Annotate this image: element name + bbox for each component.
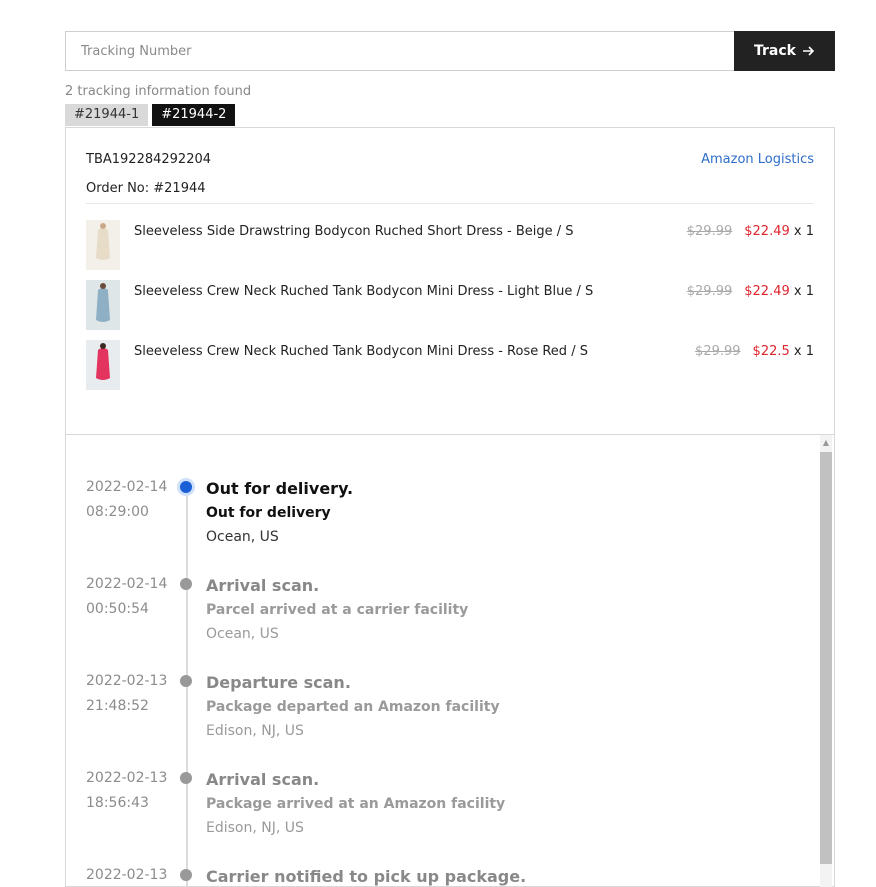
event-date: 2022-02-13 <box>86 867 168 883</box>
tracking-timeline[interactable]: 2022-02-14 08:29:00 Out for delivery. Ou… <box>66 434 834 887</box>
current-status-dot <box>180 481 192 493</box>
event-location: Edison, NJ, US <box>206 820 304 836</box>
tab-21944-1[interactable]: #21944-1 <box>65 104 149 126</box>
results-count: 2 tracking information found <box>65 84 252 99</box>
event-date: 2022-02-14 <box>86 479 168 495</box>
scroll-up-arrow-icon[interactable]: ▲ <box>820 438 832 447</box>
event-datetime: 2022-02-13 21:48:52 <box>86 669 167 719</box>
status-dot <box>180 675 192 687</box>
event-title: Arrival scan. <box>206 576 320 595</box>
order-number: Order No: #21944 <box>86 181 206 196</box>
event-time: 18:56:43 <box>86 795 149 811</box>
event-description: Package departed an Amazon facility <box>206 699 500 715</box>
original-price: $29.99 <box>686 224 733 239</box>
original-price: $29.99 <box>695 344 741 359</box>
event-description: Package arrived at an Amazon facility <box>206 796 506 812</box>
track-button[interactable]: Track <box>734 31 835 71</box>
quantity: x 1 <box>789 344 814 359</box>
product-name: Sleeveless Crew Neck Ruched Tank Bodycon… <box>134 284 594 299</box>
product-price: $29.99 $22.5 x 1 <box>695 344 814 359</box>
original-price: $29.99 <box>686 284 733 299</box>
timeline-scrollbar[interactable]: ▲ <box>820 435 832 887</box>
arrow-right-icon <box>802 46 815 56</box>
event-title: Arrival scan. <box>206 770 320 789</box>
tracking-card: TBA192284292204 Order No: #21944 Amazon … <box>65 127 835 887</box>
status-dot <box>180 578 192 590</box>
divider <box>86 203 814 204</box>
status-dot <box>180 869 192 881</box>
event-title: Departure scan. <box>206 673 351 692</box>
product-thumbnail[interactable] <box>86 280 120 330</box>
event-description: Out for delivery <box>206 505 331 521</box>
event-time: 00:50:54 <box>86 601 149 617</box>
product-name: Sleeveless Crew Neck Ruched Tank Bodycon… <box>134 344 588 359</box>
sale-price: $22.49 <box>744 284 790 299</box>
product-thumbnail[interactable] <box>86 340 120 390</box>
scrollbar-thumb[interactable] <box>820 452 832 864</box>
tracking-number-input[interactable] <box>65 31 734 71</box>
product-thumbnail[interactable] <box>86 220 120 270</box>
quantity: x 1 <box>789 284 814 299</box>
product-item: Sleeveless Crew Neck Ruched Tank Bodycon… <box>86 340 814 390</box>
event-datetime: 2022-02-13 18:56:43 <box>86 766 167 816</box>
product-item: Sleeveless Crew Neck Ruched Tank Bodycon… <box>86 280 814 330</box>
event-location: Ocean, US <box>206 529 279 545</box>
event-datetime: 2022-02-14 08:29:00 <box>86 475 167 525</box>
event-title: Out for delivery. <box>206 479 354 498</box>
event-date: 2022-02-13 <box>86 770 168 786</box>
event-date: 2022-02-14 <box>86 576 168 592</box>
tracking-tabs: #21944-1 #21944-2 <box>65 104 236 126</box>
event-time: 21:48:52 <box>86 698 149 714</box>
product-name: Sleeveless Side Drawstring Bodycon Ruche… <box>134 224 574 239</box>
event-location: Ocean, US <box>206 626 279 642</box>
product-price: $29.99 $22.49 x 1 <box>687 284 814 299</box>
event-date: 2022-02-13 <box>86 673 168 689</box>
status-dot <box>180 772 192 784</box>
event-title: Carrier notified to pick up package. <box>206 867 527 886</box>
track-button-label: Track <box>754 43 796 59</box>
event-time: 08:29:00 <box>86 504 149 520</box>
event-description: Parcel arrived at a carrier facility <box>206 602 469 618</box>
timeline-line <box>186 487 188 887</box>
product-price: $29.99 $22.49 x 1 <box>687 224 814 239</box>
sale-price: $22.5 <box>752 344 790 359</box>
carrier-link[interactable]: Amazon Logistics <box>701 152 814 167</box>
sale-price: $22.49 <box>744 224 790 239</box>
tracking-search-bar: Track <box>65 31 835 71</box>
quantity: x 1 <box>789 224 814 239</box>
order-header: TBA192284292204 Order No: #21944 Amazon … <box>86 152 814 196</box>
product-item: Sleeveless Side Drawstring Bodycon Ruche… <box>86 220 814 270</box>
tab-21944-2[interactable]: #21944-2 <box>152 104 236 126</box>
event-datetime: 2022-02-14 00:50:54 <box>86 572 167 622</box>
event-datetime: 2022-02-13 <box>86 863 167 887</box>
event-location: Edison, NJ, US <box>206 723 304 739</box>
